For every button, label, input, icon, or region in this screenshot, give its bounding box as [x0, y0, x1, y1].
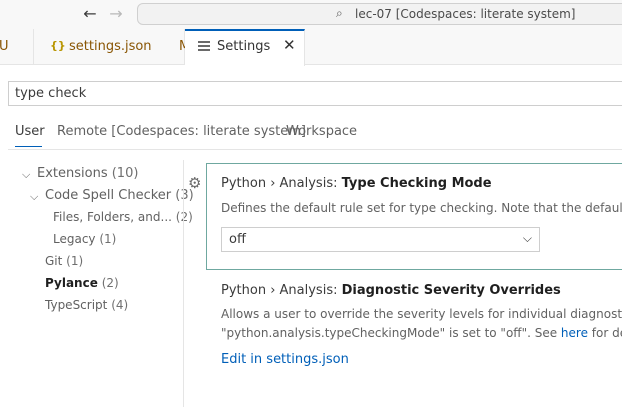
toc-count: (1)	[66, 254, 84, 268]
editor-tab-bar: U {} settings.json M Settings ✕	[0, 29, 622, 66]
type-checking-mode-select[interactable]: off ⌵	[221, 227, 540, 252]
toc-label: Git	[45, 254, 63, 268]
arrow-right-icon[interactable]: →	[106, 4, 126, 24]
toc-count: (2)	[101, 276, 119, 290]
toc-count: (4)	[111, 298, 129, 312]
tab-partial[interactable]: U	[0, 29, 34, 65]
toc-item-code-spell-checker[interactable]: Code Spell Checker (3)	[45, 188, 194, 203]
toc-item-files-folders[interactable]: Files, Folders, and... (2)	[53, 210, 193, 224]
chevron-down-icon: ⌵	[522, 231, 532, 245]
toc-item-pylance[interactable]: Pylance (2)	[45, 276, 119, 290]
chevron-down-icon[interactable]: ⌵	[30, 190, 38, 204]
settings-search-input[interactable]	[9, 82, 622, 105]
setting-name: Diagnostic Severity Overrides	[341, 283, 561, 298]
scope-tab-remote[interactable]: Remote [Codespaces: literate system]	[57, 124, 306, 139]
toc-label: Code Spell Checker	[45, 188, 172, 203]
setting-title: Python › Analysis: Type Checking Mode	[221, 176, 492, 191]
close-icon[interactable]: ✕	[283, 36, 296, 54]
tab-partial-label: U	[0, 39, 9, 54]
toc-label: Legacy	[53, 232, 96, 246]
here-link[interactable]: here	[561, 326, 588, 340]
settings-editor-icon	[198, 41, 210, 51]
tab-settings-json[interactable]: {} settings.json M	[34, 29, 190, 65]
search-icon: ⌕	[336, 6, 343, 20]
toc-label: Extensions	[37, 166, 108, 181]
toc-count: (2)	[175, 210, 193, 224]
setting-name: Type Checking Mode	[341, 176, 492, 191]
scope-tab-user[interactable]: User	[15, 124, 45, 139]
toc-item-extensions[interactable]: Extensions (10)	[37, 166, 138, 181]
edit-in-settings-json-link[interactable]: Edit in settings.json	[221, 352, 349, 367]
toc-item-legacy[interactable]: Legacy (1)	[53, 232, 116, 246]
gear-icon[interactable]: ⚙	[188, 174, 201, 192]
setting-category: Python › Analysis:	[221, 283, 342, 298]
setting-description: Allows a user to override the severity l…	[221, 307, 622, 321]
arrow-left-icon[interactable]: ←	[80, 4, 100, 24]
setting-description-line2: "python.analysis.typeCheckingMode" is se…	[221, 326, 622, 340]
tab-settings[interactable]: Settings ✕	[185, 29, 305, 66]
setting-category: Python › Analysis:	[221, 176, 342, 191]
toc-item-typescript[interactable]: TypeScript (4)	[45, 298, 128, 312]
toc-label: Pylance	[45, 276, 98, 290]
toc-label: TypeScript	[45, 298, 108, 312]
sash[interactable]	[183, 160, 184, 407]
setting-description: Defines the default rule set for type ch…	[221, 201, 622, 215]
toc-item-git[interactable]: Git (1)	[45, 254, 83, 268]
description-text: for defau	[591, 326, 622, 340]
divider	[8, 149, 622, 150]
toc-label: Files, Folders, and...	[53, 210, 172, 224]
active-scope-indicator	[15, 146, 42, 147]
command-center-text: lec-07 [Codespaces: literate system]	[355, 7, 576, 21]
tab-settings-label: Settings	[217, 39, 271, 54]
select-value: off	[229, 232, 246, 247]
title-bar: ← → ⌕ lec-07 [Codespaces: literate syste…	[0, 0, 622, 29]
chevron-down-icon[interactable]: ⌵	[22, 168, 30, 182]
toc-count: (10)	[111, 166, 139, 181]
setting-title: Python › Analysis: Diagnostic Severity O…	[221, 283, 561, 298]
command-center[interactable]: ⌕ lec-07 [Codespaces: literate system]	[137, 3, 622, 25]
tab-settings-json-label: settings.json	[69, 39, 152, 54]
settings-search-box	[8, 81, 622, 106]
json-file-icon: {}	[50, 39, 66, 52]
description-text: "python.analysis.typeCheckingMode" is se…	[221, 326, 561, 340]
scope-tab-workspace[interactable]: Workspace	[286, 124, 357, 139]
toc-count: (1)	[99, 232, 117, 246]
